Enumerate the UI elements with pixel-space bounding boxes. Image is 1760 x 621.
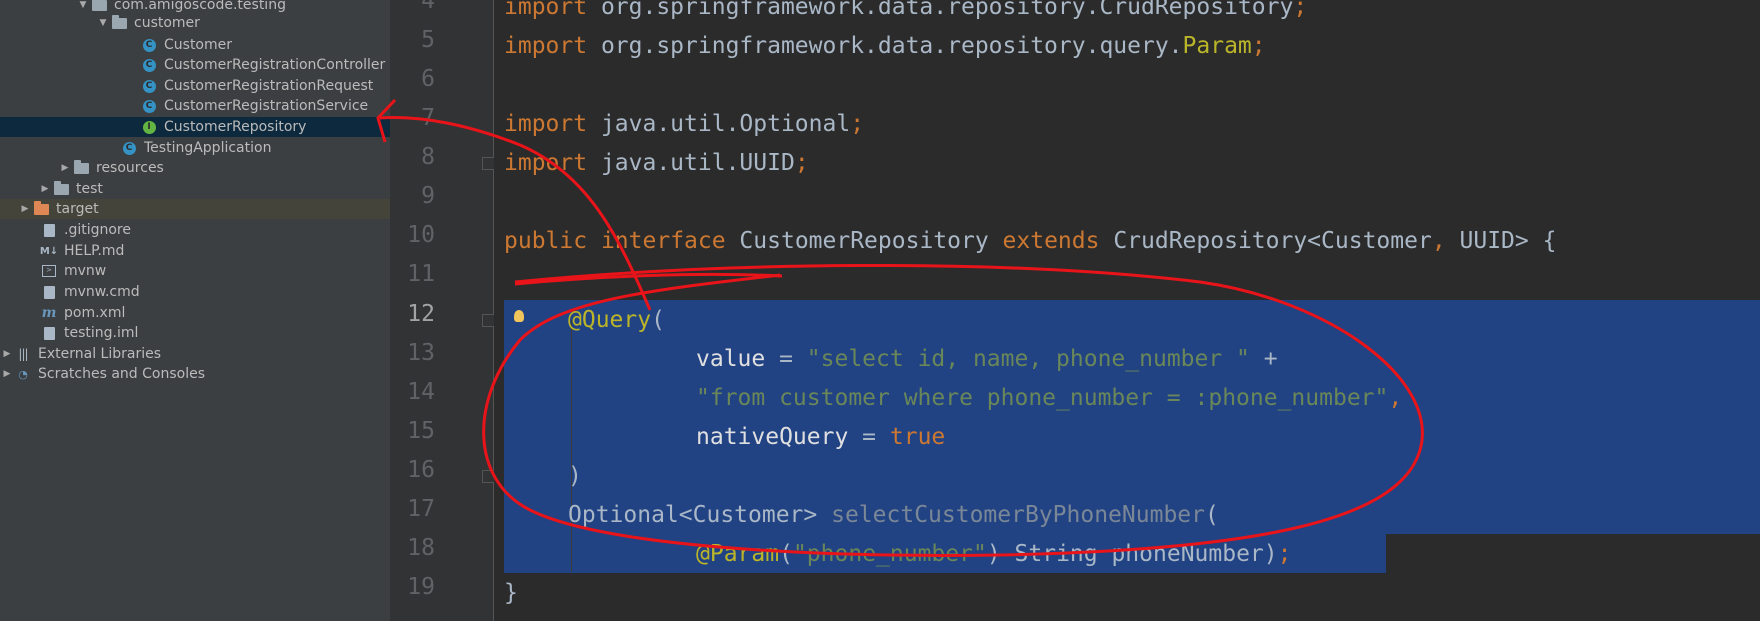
tree-item-label: pom.xml xyxy=(64,305,126,321)
folder-icon xyxy=(32,200,50,216)
tree-item-label: CustomerRegistrationController xyxy=(164,57,386,73)
editor-gutter: 4 5 6 7 8 9 10 11 12 13 14 15 16 17 18 1… xyxy=(390,0,495,621)
tree-item-testing-iml[interactable]: testing.iml xyxy=(0,323,390,343)
tree-item-label: HELP.md xyxy=(64,243,125,259)
tree-item-label: mvnw xyxy=(64,263,107,279)
class-icon: C xyxy=(140,38,158,52)
file-icon xyxy=(40,285,58,299)
code-line-12: @Query( xyxy=(568,307,665,333)
interface-icon: I xyxy=(140,120,158,134)
tree-item-label: Customer xyxy=(164,37,233,53)
tree-item-label: CustomerRegistrationRequest xyxy=(164,78,374,94)
intention-bulb-icon[interactable] xyxy=(514,310,524,322)
code-line-18: @Param("phone_number") String phoneNumbe… xyxy=(696,541,1292,567)
terminal-icon: > xyxy=(40,264,58,278)
line-number: 4 xyxy=(421,0,435,14)
tree-item-package-customer[interactable]: ▼ customer xyxy=(0,13,390,33)
markdown-icon: M↓ xyxy=(39,245,59,257)
chevron-down-icon[interactable]: ▼ xyxy=(76,0,90,10)
tree-item-resources[interactable]: ▶ resources xyxy=(0,158,390,178)
tree-item-label: .gitignore xyxy=(64,222,131,238)
tree-item-label: CustomerRepository xyxy=(164,119,307,135)
tree-item-label: TestingApplication xyxy=(144,140,272,156)
tree-item-target[interactable]: ▶ target xyxy=(0,199,390,219)
code-line-15: nativeQuery = true xyxy=(696,424,946,450)
tree-item-registration-controller[interactable]: C CustomerRegistrationController xyxy=(0,55,390,75)
line-number: 7 xyxy=(421,105,435,131)
file-icon xyxy=(40,223,58,237)
chevron-right-icon[interactable]: ▶ xyxy=(0,349,14,359)
chevron-right-icon[interactable]: ▶ xyxy=(18,204,32,214)
code-line-19: } xyxy=(504,580,518,606)
project-tree: ▼ com.amigoscode.testing ▼ customer C Cu… xyxy=(0,0,390,621)
tree-item-customer-repository[interactable]: I CustomerRepository xyxy=(0,117,390,137)
code-line-17: Optional<Customer> selectCustomerByPhone… xyxy=(568,502,1219,528)
tree-item-help-md[interactable]: M↓ HELP.md xyxy=(0,241,390,261)
tree-item-label: com.amigoscode.testing xyxy=(114,0,286,13)
line-number: 5 xyxy=(421,27,435,53)
tree-item-external-libraries[interactable]: ▶ ||| External Libraries xyxy=(0,344,390,364)
maven-icon: m xyxy=(41,305,57,321)
line-number: 8 xyxy=(421,144,435,170)
tree-item-gitignore[interactable]: .gitignore xyxy=(0,220,390,240)
tree-item-label: target xyxy=(56,201,99,217)
package-icon xyxy=(90,0,108,12)
tree-item-mvnw[interactable]: > mvnw xyxy=(0,261,390,281)
tree-item-label: External Libraries xyxy=(38,346,161,362)
tree-item-test[interactable]: ▶ test xyxy=(0,179,390,199)
class-icon: C xyxy=(140,58,158,72)
code-editor[interactable]: import org.springframework.data.reposito… xyxy=(494,0,1760,621)
line-number: 6 xyxy=(421,66,435,92)
folder-icon xyxy=(72,159,90,175)
folder-icon xyxy=(52,180,70,196)
line-number: 13 xyxy=(407,340,435,366)
tree-item-label: mvnw.cmd xyxy=(64,284,140,300)
line-number: 9 xyxy=(421,183,435,209)
tree-item-label: CustomerRegistrationService xyxy=(164,98,369,114)
line-number: 15 xyxy=(407,418,435,444)
line-number: 14 xyxy=(407,379,435,405)
library-icon: ||| xyxy=(18,347,28,361)
class-icon: C xyxy=(140,79,158,93)
tree-item-testing-application[interactable]: C TestingApplication xyxy=(0,138,390,158)
chevron-down-icon[interactable]: ▼ xyxy=(96,18,110,28)
current-line-number: 12 xyxy=(407,301,435,327)
tree-item-label: test xyxy=(76,181,103,197)
code-line-5: import org.springframework.data.reposito… xyxy=(504,33,1266,59)
line-number: 17 xyxy=(407,496,435,522)
line-number: 11 xyxy=(407,261,435,287)
code-line-13: value = "select id, name, phone_number "… xyxy=(696,346,1278,372)
code-line-14: "from customer where phone_number = :pho… xyxy=(696,385,1403,411)
tree-item-registration-request[interactable]: C CustomerRegistrationRequest xyxy=(0,76,390,96)
spring-class-icon: C xyxy=(120,141,138,155)
code-line-8: import java.util.UUID; xyxy=(504,150,809,176)
package-icon xyxy=(110,14,128,30)
tree-item-customer[interactable]: C Customer xyxy=(0,35,390,55)
chevron-right-icon[interactable]: ▶ xyxy=(0,369,14,379)
scratch-icon: ◔ xyxy=(18,367,28,381)
code-line-7: import java.util.Optional; xyxy=(504,111,865,137)
tree-item-mvnw-cmd[interactable]: mvnw.cmd xyxy=(0,282,390,302)
tree-item-label: resources xyxy=(96,160,164,176)
chevron-right-icon[interactable]: ▶ xyxy=(58,163,72,173)
line-number: 10 xyxy=(407,222,435,248)
tree-item-scratches[interactable]: ▶ ◔ Scratches and Consoles xyxy=(0,364,390,384)
line-number: 18 xyxy=(407,535,435,561)
code-line-16: ) xyxy=(568,463,582,489)
chevron-right-icon[interactable]: ▶ xyxy=(38,184,52,194)
tree-item-label: testing.iml xyxy=(64,325,139,341)
tree-item-pom-xml[interactable]: m pom.xml xyxy=(0,303,390,323)
line-number: 19 xyxy=(407,574,435,600)
tree-item-registration-service[interactable]: C CustomerRegistrationService xyxy=(0,96,390,116)
class-icon: C xyxy=(140,99,158,113)
code-line-4: import org.springframework.data.reposito… xyxy=(504,0,1308,20)
tree-item-label: Scratches and Consoles xyxy=(38,366,205,382)
file-icon xyxy=(40,326,58,340)
tree-item-label: customer xyxy=(134,15,200,31)
code-line-10: public interface CustomerRepository exte… xyxy=(504,228,1557,254)
line-number: 16 xyxy=(407,457,435,483)
